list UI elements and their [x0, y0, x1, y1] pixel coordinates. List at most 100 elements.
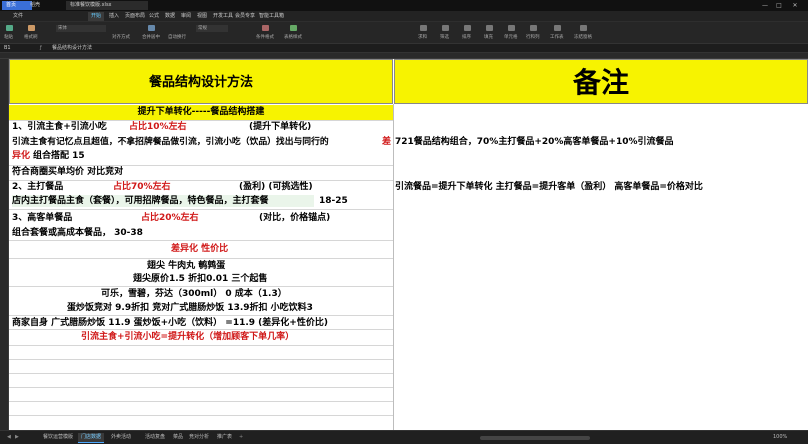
- fx-icon: ƒ: [40, 45, 42, 51]
- tab-docer[interactable]: 稻壳: [26, 1, 64, 10]
- menu-page-layout[interactable]: 页面布局: [122, 12, 148, 21]
- sheet-tab-7[interactable]: 推广表: [214, 433, 235, 442]
- cell-r2c[interactable]: (提升下单转化): [249, 121, 311, 133]
- left-title-cell[interactable]: 餐品结构设计方法: [9, 59, 393, 104]
- cell-r15[interactable]: 商家自身 广式腊肠炒饭 11.9 蛋炒饭+小吃（饮料） =11.9 (差异化+性…: [12, 317, 328, 329]
- table-style-label: 表格样式: [284, 35, 302, 40]
- sheet-tab-5[interactable]: 菜品: [170, 433, 186, 442]
- cell-r4a[interactable]: 异化: [12, 150, 30, 162]
- row-header: [0, 59, 9, 430]
- menu-data[interactable]: 数据: [162, 12, 178, 21]
- row-col-icon[interactable]: [530, 25, 537, 31]
- row-divider: [9, 345, 393, 346]
- note-cell-1[interactable]: 721餐品结构组合，70%主打餐品+20%高客单餐品+10%引流餐品: [395, 136, 674, 148]
- cell-r10[interactable]: 差异化 性价比: [171, 243, 228, 255]
- cell-icon[interactable]: [508, 25, 515, 31]
- worksheet-label: 工作表: [550, 35, 564, 40]
- sort-label: 排序: [462, 35, 471, 40]
- cell-r6b[interactable]: 占比70%左右: [113, 181, 171, 193]
- menu-smart-tools[interactable]: 智能工具箱: [256, 12, 287, 21]
- formula-bar: B1 ƒ 餐品结构设计方法: [0, 44, 808, 53]
- cell-r4b[interactable]: 组合搭配 15: [33, 150, 85, 162]
- menu-review[interactable]: 审阅: [178, 12, 194, 21]
- fill-icon[interactable]: [486, 25, 493, 31]
- sum-icon[interactable]: [420, 25, 427, 31]
- cell-r3a[interactable]: 引流主食有记忆点且超值，不拿招牌餐品做引流，引流小吃（饮品）找出与同行的: [12, 136, 329, 148]
- cell-r13[interactable]: 可乐，雪碧，芬达（300ml） 0 成本（1.3）: [101, 288, 287, 300]
- maximize-button[interactable]: □: [774, 1, 784, 10]
- paste-label: 粘贴: [4, 35, 13, 40]
- row-divider: [9, 240, 393, 241]
- font-selector[interactable]: 宋体: [56, 25, 106, 32]
- right-title-cell[interactable]: 备注: [394, 59, 808, 104]
- align-label: 对齐方式: [112, 35, 130, 40]
- cell-r14[interactable]: 蛋炒饭竞对 9.9折扣 竞对广式腊肠炒饭 13.9折扣 小吃饮料3: [67, 302, 313, 314]
- row-divider: [9, 387, 393, 388]
- cell-r8b[interactable]: 占比20%左右: [141, 212, 199, 224]
- cell-r6c[interactable]: (盈利) (可挑选性): [239, 181, 313, 193]
- row-divider: [9, 415, 393, 416]
- format-painter-label: 格式刷: [24, 35, 38, 40]
- cell-r3b[interactable]: 差: [382, 136, 391, 148]
- formula-input[interactable]: 餐品结构设计方法: [52, 45, 352, 52]
- note-cell-2[interactable]: 引流餐品=提升下单转化 主打餐品=提升客单（盈利） 高客单餐品=价格对比: [395, 181, 703, 193]
- cell-r16[interactable]: 引流主食+引流小吃=提升转化（增加顾客下单几率）: [81, 331, 294, 343]
- horizontal-scrollbar[interactable]: [480, 436, 590, 440]
- close-button[interactable]: ✕: [790, 1, 800, 10]
- cell-r2a[interactable]: 1、引流主食+引流小吃: [12, 121, 107, 133]
- menu-member[interactable]: 会员专享: [232, 12, 258, 21]
- row-col-label: 行和列: [526, 35, 540, 40]
- menu-formulas[interactable]: 公式: [146, 12, 162, 21]
- sheet-tab-4[interactable]: 活动复盘: [142, 433, 168, 442]
- sheet-tab-2[interactable]: 门店数据: [78, 433, 105, 443]
- ribbon-toolbar: 粘贴 格式刷 宋体 对齐方式 合并居中 自动换行 常规 条件格式 表格样式 求和…: [0, 22, 808, 44]
- menu-insert[interactable]: 插入: [106, 12, 122, 21]
- menu-view[interactable]: 视图: [194, 12, 210, 21]
- sheet-tab-1[interactable]: 餐饮运营模版: [40, 433, 76, 442]
- sheet-tab-3[interactable]: 外卖活动: [108, 433, 134, 442]
- cell-r11[interactable]: 翅尖 牛肉丸 鹌鹑蛋: [147, 260, 225, 272]
- title-bar: 首页 稻壳 标准餐饮模版.xlsx — □ ✕: [0, 0, 808, 11]
- cell-r7a[interactable]: 店内主打餐品主食（套餐），可用招牌餐品，特色餐品，主打套餐: [12, 195, 314, 207]
- table-style-icon[interactable]: [290, 25, 297, 31]
- cell-r5[interactable]: 符合商圈买单均价 对比竞对: [12, 166, 123, 178]
- filter-label: 筛选: [440, 35, 449, 40]
- sort-icon[interactable]: [464, 25, 471, 31]
- add-sheet-button[interactable]: +: [236, 433, 246, 442]
- cell-label: 单元格: [504, 35, 518, 40]
- row-divider: [9, 258, 393, 259]
- tab-document[interactable]: 标准餐饮模版.xlsx: [66, 1, 148, 10]
- filter-icon[interactable]: [442, 25, 449, 31]
- merge-center-icon[interactable]: [148, 25, 155, 31]
- freeze-panes-icon[interactable]: [580, 25, 587, 31]
- merge-center-label: 合并居中: [142, 35, 160, 40]
- cell-r9[interactable]: 组合套餐或高成本餐品， 30-38: [12, 227, 143, 239]
- minimize-button[interactable]: —: [760, 1, 770, 10]
- cell-r8c[interactable]: (对比，价格锚点): [259, 212, 330, 224]
- zoom-level[interactable]: 100%: [770, 433, 790, 442]
- cell-r8a[interactable]: 3、高客单餐品: [12, 212, 72, 224]
- conditional-format-icon[interactable]: [262, 25, 269, 31]
- worksheet-icon[interactable]: [554, 25, 561, 31]
- row-divider: [9, 401, 393, 402]
- menu-home[interactable]: 开始: [88, 12, 105, 21]
- cell-r12[interactable]: 翅尖原价1.5 折扣0.01 三个起售: [133, 273, 267, 285]
- menu-file[interactable]: 文件: [10, 12, 26, 21]
- wrap-text-label: 自动换行: [168, 35, 186, 40]
- format-painter-icon[interactable]: [28, 25, 35, 31]
- cell-r6a[interactable]: 2、主打餐品: [12, 181, 63, 193]
- row-divider: [9, 359, 393, 360]
- name-box[interactable]: B1: [4, 45, 34, 52]
- row-divider: [9, 315, 393, 316]
- cell-r2b[interactable]: 占比10%左右: [129, 121, 187, 133]
- number-format-selector[interactable]: 常规: [196, 25, 228, 32]
- row-divider: [9, 329, 393, 330]
- row-divider: [9, 180, 393, 181]
- sheet-nav-next[interactable]: ▶: [12, 433, 22, 442]
- paste-icon[interactable]: [6, 25, 13, 31]
- section-header-cell[interactable]: 提升下单转化-----餐品结构搭建: [9, 105, 393, 120]
- freeze-panes-label: 冻结窗格: [574, 35, 592, 40]
- cell-r7b[interactable]: 18-25: [319, 195, 348, 207]
- column-divider: [393, 104, 394, 430]
- sheet-tab-6[interactable]: 竞对分析: [186, 433, 212, 442]
